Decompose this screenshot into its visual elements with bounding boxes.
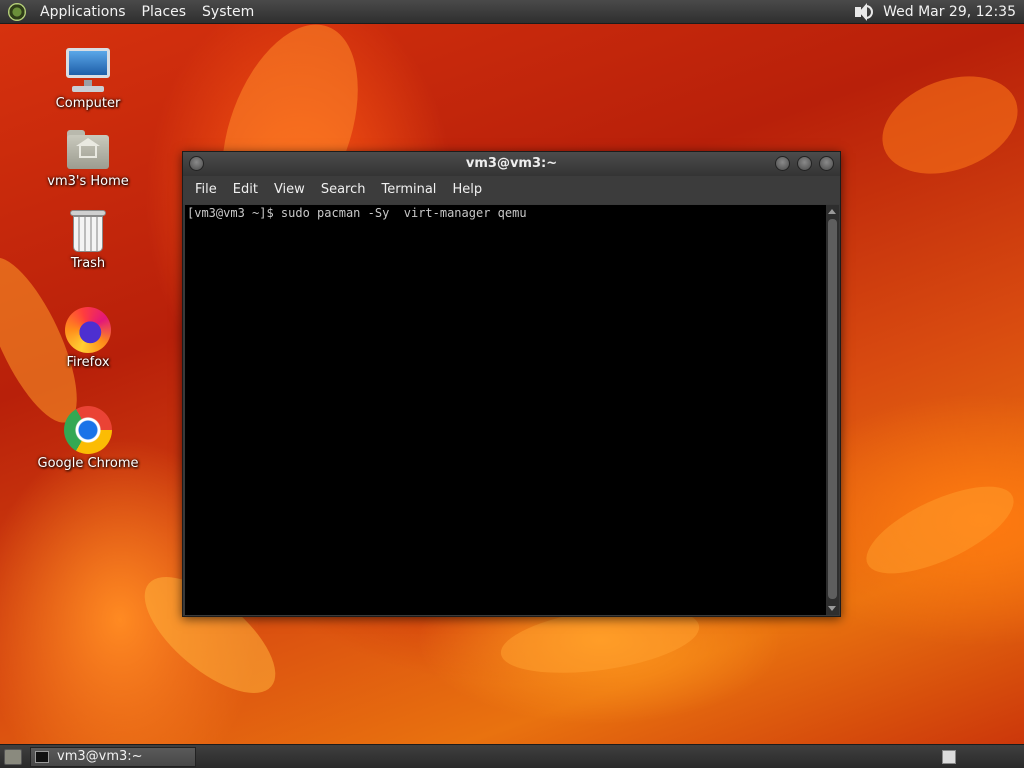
taskbar-window-button[interactable]: vm3@vm3:~: [30, 746, 196, 767]
terminal-scrollbar[interactable]: [826, 205, 839, 615]
menu-edit[interactable]: Edit: [225, 176, 266, 204]
terminal-line: [vm3@vm3 ~]$ sudo pacman -Sy virt-manage…: [187, 206, 527, 220]
menu-view[interactable]: View: [266, 176, 313, 204]
wallpaper-petal: [854, 469, 1024, 591]
desktop-icon-firefox[interactable]: Firefox: [33, 307, 143, 370]
desktop-icon-computer[interactable]: Computer: [33, 46, 143, 111]
desktop-icon-trash[interactable]: Trash: [33, 210, 143, 271]
desktop-icon-label: Computer: [55, 96, 121, 111]
wallpaper-petal: [868, 58, 1024, 192]
firefox-icon: [65, 307, 111, 353]
trash-icon: [69, 210, 107, 254]
window-titlebar[interactable]: vm3@vm3:~: [183, 152, 840, 176]
home-folder-icon: [65, 130, 111, 172]
panel-clock[interactable]: Wed Mar 29, 12:35: [883, 4, 1016, 20]
menu-applications[interactable]: Applications: [32, 0, 134, 24]
show-desktop-icon[interactable]: [4, 748, 22, 765]
minimize-button[interactable]: [775, 156, 790, 171]
top-panel: Applications Places System Wed Mar 29, 1…: [0, 0, 1024, 24]
desktop-icon-chrome[interactable]: Google Chrome: [33, 406, 143, 471]
menu-places[interactable]: Places: [134, 0, 195, 24]
desktop-icon-home[interactable]: vm3's Home: [33, 130, 143, 189]
workspace-switcher[interactable]: [942, 749, 956, 764]
panel-tray: Wed Mar 29, 12:35: [853, 2, 1024, 22]
desktop-icon-label: Google Chrome: [37, 456, 139, 471]
menu-help[interactable]: Help: [444, 176, 490, 204]
scrollbar-thumb[interactable]: [828, 219, 837, 599]
desktop-icon-label: Trash: [70, 256, 106, 271]
distro-logo-icon[interactable]: [8, 2, 26, 21]
scroll-down-icon[interactable]: [828, 606, 836, 611]
menu-terminal[interactable]: Terminal: [373, 176, 444, 204]
maximize-button[interactable]: [797, 156, 812, 171]
terminal-window: vm3@vm3:~ File Edit View Search Terminal…: [182, 151, 841, 617]
menu-search[interactable]: Search: [313, 176, 374, 204]
scroll-up-icon[interactable]: [828, 209, 836, 214]
taskbar-window-label: vm3@vm3:~: [57, 749, 143, 764]
window-menu-button[interactable]: [189, 156, 204, 171]
bottom-panel: vm3@vm3:~: [0, 744, 1024, 768]
menu-file[interactable]: File: [187, 176, 225, 204]
close-button[interactable]: [819, 156, 834, 171]
terminal-icon: [35, 750, 49, 763]
window-title: vm3@vm3:~: [465, 156, 558, 171]
panel-menu: Applications Places System: [0, 0, 262, 24]
volume-icon[interactable]: [853, 2, 875, 22]
computer-icon: [64, 46, 112, 94]
desktop-icon-label: Firefox: [66, 355, 110, 370]
terminal-menubar: File Edit View Search Terminal Help: [183, 176, 840, 204]
menu-system[interactable]: System: [194, 0, 262, 24]
terminal-output[interactable]: [vm3@vm3 ~]$ sudo pacman -Sy virt-manage…: [185, 205, 826, 615]
desktop-icon-label: vm3's Home: [47, 174, 129, 189]
chrome-icon: [64, 406, 112, 454]
